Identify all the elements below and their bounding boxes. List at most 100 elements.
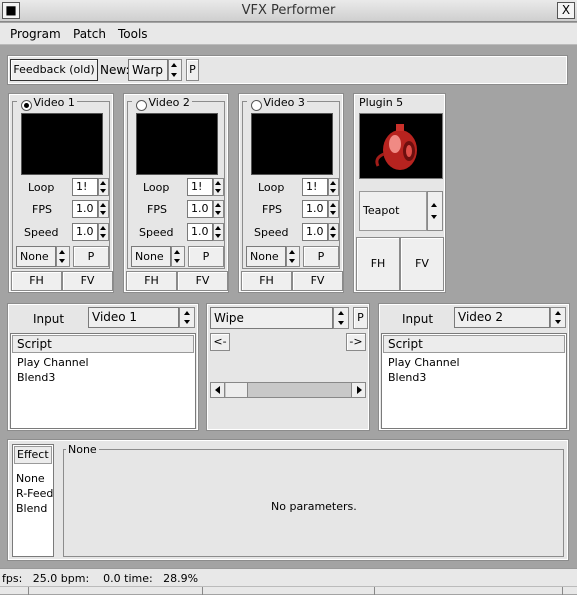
video-1-speed-field[interactable]: 1.0 [72, 223, 98, 241]
video-2-p-button[interactable]: P [188, 246, 224, 267]
transition-scrollbar[interactable] [210, 382, 366, 398]
menu-patch[interactable]: Patch [73, 27, 106, 41]
right-script-header[interactable]: Script [383, 335, 565, 353]
plugin-model-spin-icon[interactable] [427, 191, 443, 231]
plugin-panel: Plugin 5 Teapot FH FV [353, 93, 446, 293]
plugin-title: Plugin 5 [359, 96, 404, 109]
teapot-icon [360, 114, 442, 178]
menu-program[interactable]: Program [10, 27, 61, 41]
video-1-speed-label: Speed [24, 226, 59, 239]
scrollbar-thumb[interactable] [226, 383, 248, 397]
left-input-select[interactable]: Video 1 [88, 307, 179, 328]
video-1-fps-label: FPS [32, 203, 52, 216]
video-3-loop-label: Loop [258, 181, 285, 194]
video-2-fps-label: FPS [147, 203, 167, 216]
video-1-p-button[interactable]: P [73, 246, 109, 267]
video-1-panel: Video 1 Loop 1! FPS 1.0 Speed 1.0 None P… [8, 93, 114, 293]
scroll-right-icon[interactable] [351, 383, 365, 397]
video-2-fps-field[interactable]: 1.0 [187, 200, 213, 218]
video-1-fv-button[interactable]: FV [62, 271, 113, 291]
video-1-fps-spin-icon[interactable] [98, 200, 109, 218]
menu-bar: Program Patch Tools [0, 23, 577, 45]
video-1-title: Video 1 [33, 96, 75, 109]
video-1-preview [21, 113, 103, 175]
video-3-loop-field[interactable]: 1! [302, 178, 328, 196]
video-2-blend-spin-icon[interactable] [171, 246, 185, 267]
left-input-spin-icon[interactable] [179, 307, 195, 328]
video-2-radio-icon[interactable] [136, 99, 147, 111]
video-3-title: Video 3 [263, 96, 305, 109]
video-2-speed-label: Speed [139, 226, 174, 239]
video-3-blend-select[interactable]: None [246, 246, 286, 267]
video-3-speed-field[interactable]: 1.0 [302, 223, 328, 241]
close-icon[interactable]: X [557, 2, 575, 19]
right-script-list[interactable]: Script Play Channel Blend3 [381, 333, 567, 429]
video-3-loop-spin-icon[interactable] [328, 178, 339, 196]
video-2-fps-spin-icon[interactable] [213, 200, 224, 218]
teapot-thumbnail [359, 113, 443, 179]
status-text: fps: 25.0 bpm: 0.0 time: 28.9% [2, 572, 199, 585]
video-3-fv-button[interactable]: FV [292, 271, 343, 291]
video-2-fh-button[interactable]: FH [126, 271, 177, 291]
video-3-fps-spin-icon[interactable] [328, 200, 339, 218]
video-3-preview [251, 113, 333, 175]
right-input-select[interactable]: Video 2 [454, 307, 550, 328]
video-2-fv-button[interactable]: FV [177, 271, 228, 291]
right-input-panel: Input Video 2 Script Play Channel Blend3 [378, 303, 570, 431]
list-item[interactable]: Play Channel [388, 356, 460, 369]
video-1-radio-icon[interactable] [21, 99, 32, 111]
list-item[interactable]: R-Feedback [16, 487, 53, 500]
video-2-loop-label: Loop [143, 181, 170, 194]
effect-list[interactable]: Effect None R-Feedback Blend [12, 444, 54, 557]
transition-p-button[interactable]: P [353, 307, 368, 329]
list-item[interactable]: Blend3 [17, 371, 55, 384]
video-2-loop-spin-icon[interactable] [213, 178, 224, 196]
video-3-p-button[interactable]: P [303, 246, 339, 267]
list-item[interactable]: None [16, 472, 45, 485]
transition-spin-icon[interactable] [333, 307, 349, 329]
menu-tools[interactable]: Tools [118, 27, 148, 41]
video-3-fh-button[interactable]: FH [241, 271, 292, 291]
list-item[interactable]: Play Channel [17, 356, 89, 369]
video-1-speed-spin-icon[interactable] [98, 223, 109, 241]
transition-right-button[interactable]: -> [346, 333, 366, 351]
video-1-loop-field[interactable]: 1! [72, 178, 98, 196]
effect-list-header[interactable]: Effect [14, 446, 52, 464]
video-2-speed-field[interactable]: 1.0 [187, 223, 213, 241]
video-3-fps-field[interactable]: 1.0 [302, 200, 328, 218]
video-1-blend-select[interactable]: None [16, 246, 56, 267]
video-3-radio-icon[interactable] [251, 99, 262, 111]
scroll-left-icon[interactable] [211, 383, 225, 397]
new-type-spin-icon[interactable] [168, 59, 182, 81]
right-input-label: Input [402, 312, 434, 326]
video-2-speed-spin-icon[interactable] [213, 223, 224, 241]
video-1-loop-spin-icon[interactable] [98, 178, 109, 196]
video-3-blend-spin-icon[interactable] [286, 246, 300, 267]
plugin-fh-button[interactable]: FH [356, 237, 400, 291]
list-item[interactable]: Blend3 [388, 371, 426, 384]
toolbar: Feedback (old) New: Warp P [7, 55, 568, 85]
video-1-fh-button[interactable]: FH [11, 271, 62, 291]
new-type-select[interactable]: Warp [128, 59, 168, 81]
plugin-fv-button[interactable]: FV [400, 237, 444, 291]
video-2-loop-field[interactable]: 1! [187, 178, 213, 196]
title-bar: ■ VFX Performer X [0, 0, 577, 22]
left-script-header[interactable]: Script [12, 335, 194, 353]
video-3-speed-spin-icon[interactable] [328, 223, 339, 241]
video-1-fps-field[interactable]: 1.0 [72, 200, 98, 218]
list-item[interactable]: Blend [16, 502, 47, 515]
video-2-preview [136, 113, 218, 175]
feedback-button[interactable]: Feedback (old) [10, 59, 98, 81]
status-bar: fps: 25.0 bpm: 0.0 time: 28.9% [0, 568, 577, 595]
effects-panel: Effect None R-Feedback Blend None No par… [7, 439, 569, 561]
status-divider [0, 586, 577, 595]
transition-select[interactable]: Wipe [210, 307, 333, 329]
video-1-blend-spin-icon[interactable] [56, 246, 70, 267]
new-p-button[interactable]: P [186, 59, 199, 81]
left-script-list[interactable]: Script Play Channel Blend3 [10, 333, 196, 429]
transition-left-button[interactable]: <- [210, 333, 230, 351]
plugin-model-select[interactable]: Teapot [359, 191, 427, 231]
video-2-blend-select[interactable]: None [131, 246, 171, 267]
right-input-spin-icon[interactable] [550, 307, 566, 328]
no-parameters-message: No parameters. [271, 500, 357, 513]
